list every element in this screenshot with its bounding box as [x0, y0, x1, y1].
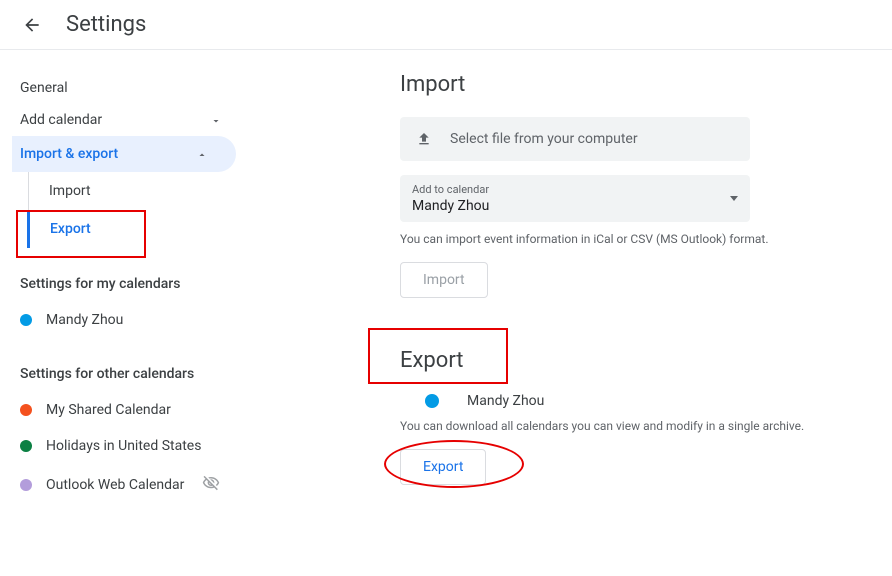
import-heading: Import: [400, 72, 852, 97]
import-export-subitems: Import Export: [28, 172, 250, 248]
calendar-name: Mandy Zhou: [46, 312, 123, 328]
calendar-name: My Shared Calendar: [46, 402, 171, 418]
export-calendar-name: Mandy Zhou: [467, 393, 544, 409]
arrow-left-icon: [22, 15, 42, 35]
dropdown-triangle-icon: [730, 196, 738, 201]
dropdown-label: Add to calendar: [412, 183, 489, 196]
calendar-color-dot: [20, 440, 32, 452]
main-content: Import Select file from your computer Ad…: [250, 50, 892, 506]
settings-header: Settings: [0, 0, 892, 50]
subitem-import[interactable]: Import: [29, 172, 250, 210]
select-file-label: Select file from your computer: [450, 131, 638, 147]
import-button[interactable]: Import: [400, 262, 488, 298]
upload-icon: [416, 131, 432, 147]
sidebar-item-add-calendar[interactable]: Add calendar: [20, 104, 250, 136]
add-to-calendar-dropdown[interactable]: Add to calendar Mandy Zhou: [400, 175, 750, 222]
sidebar-label: Import & export: [20, 146, 118, 162]
export-calendar-row: Mandy Zhou: [400, 393, 852, 409]
select-file-button[interactable]: Select file from your computer: [400, 117, 750, 161]
visibility-off-icon: [202, 474, 220, 496]
sidebar-calendar-item[interactable]: My Shared Calendar: [20, 392, 250, 428]
calendar-color-dot: [425, 394, 439, 408]
annotation-highlight-ellipse: [384, 440, 524, 488]
sidebar-label: Add calendar: [20, 112, 102, 128]
calendar-name: Holidays in United States: [46, 438, 201, 454]
sidebar: General Add calendar Import & export Imp…: [0, 50, 250, 506]
chevron-down-icon: [210, 115, 220, 125]
import-help-text: You can import event information in iCal…: [400, 232, 852, 246]
calendar-name: Outlook Web Calendar: [46, 477, 184, 493]
dropdown-value: Mandy Zhou: [412, 198, 489, 214]
sidebar-item-general[interactable]: General: [20, 72, 250, 104]
sidebar-calendar-item[interactable]: Holidays in United States: [20, 428, 250, 464]
my-calendars-heading: Settings for my calendars: [20, 276, 250, 292]
calendar-color-dot: [20, 404, 32, 416]
sidebar-item-import-export[interactable]: Import & export: [12, 136, 236, 172]
other-calendars-heading: Settings for other calendars: [20, 366, 250, 382]
calendar-color-dot: [20, 314, 32, 326]
back-button[interactable]: [20, 13, 44, 37]
sidebar-calendar-item[interactable]: Outlook Web Calendar: [20, 464, 250, 506]
chevron-up-icon: [196, 149, 206, 159]
sidebar-calendar-item[interactable]: Mandy Zhou: [20, 302, 250, 338]
page-title: Settings: [66, 12, 146, 37]
calendar-color-dot: [20, 479, 32, 491]
annotation-highlight-box: [368, 328, 508, 384]
export-help-text: You can download all calendars you can v…: [400, 419, 852, 433]
annotation-highlight-box: [16, 210, 146, 258]
